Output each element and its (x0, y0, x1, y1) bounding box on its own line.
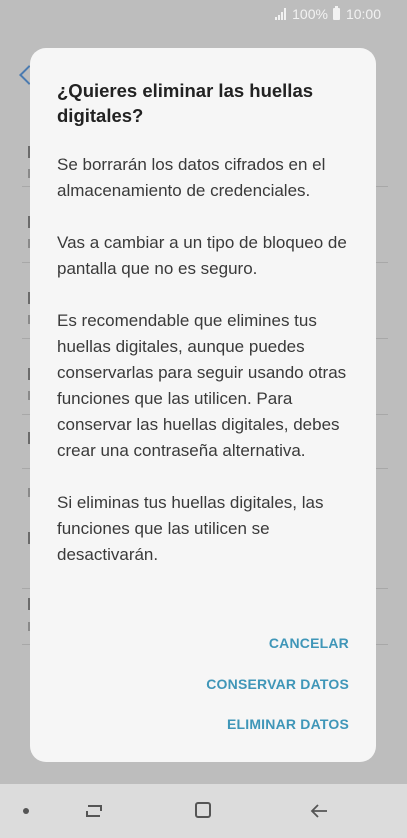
navigation-bar (0, 784, 407, 838)
dialog-paragraph: Vas a cambiar a un tipo de bloqueo de pa… (57, 233, 347, 278)
dialog-message: Se borrarán los datos cifrados en el alm… (57, 152, 357, 594)
battery-percent: 100% (292, 6, 328, 22)
dialog-title: ¿Quieres eliminar las huellas digitales? (57, 80, 314, 126)
delete-data-button[interactable]: ELIMINAR DATOS (227, 716, 349, 732)
nav-indicator-dot (23, 808, 29, 814)
signal-icon (275, 8, 287, 20)
status-indicators: 100% 10:00 (275, 6, 381, 22)
dialog-paragraph: Se borrarán los datos cifrados en el alm… (57, 155, 326, 200)
dialog-paragraph: Si eliminas tus huellas digitales, las f… (57, 493, 324, 564)
delete-fingerprints-dialog: ¿Quieres eliminar las huellas digitales?… (30, 48, 376, 762)
home-icon[interactable] (195, 802, 211, 818)
cancel-button[interactable]: CANCELAR (269, 635, 349, 651)
recent-apps-icon[interactable] (84, 801, 102, 819)
status-bar: 100% 10:00 (0, 0, 407, 28)
dialog-paragraph: Es recomendable que elimines tus huellas… (57, 311, 347, 460)
nav-back-icon[interactable] (309, 801, 329, 821)
battery-icon (332, 6, 340, 20)
keep-data-button[interactable]: CONSERVAR DATOS (206, 676, 349, 692)
clock: 10:00 (345, 6, 381, 22)
